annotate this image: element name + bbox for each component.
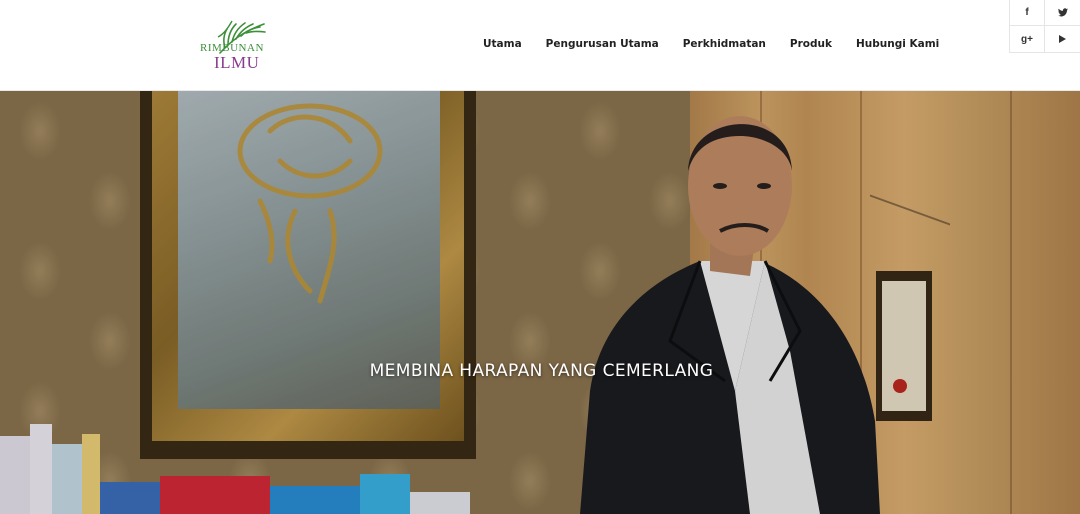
nav-item-pengurusan-utama[interactable]: Pengurusan Utama — [546, 38, 659, 50]
social-links: f g+ — [1009, 0, 1080, 53]
main-nav: Utama Pengurusan Utama Perkhidmatan Prod… — [483, 38, 963, 50]
nav-item-hubungi-kami[interactable]: Hubungi Kami — [856, 38, 939, 50]
nav-item-utama[interactable]: Utama — [483, 38, 522, 50]
hero-title: MEMBINA HARAPAN YANG CEMERLANG — [369, 361, 714, 381]
twitter-icon[interactable] — [1045, 0, 1080, 26]
nav-item-perkhidmatan[interactable]: Perkhidmatan — [683, 38, 766, 50]
hero-overlay — [0, 91, 1080, 514]
google-plus-icon[interactable]: g+ — [1010, 26, 1045, 52]
youtube-icon[interactable] — [1045, 26, 1080, 52]
logo-swoosh — [217, 20, 233, 38]
site-header: RIMBUNAN ILMU Utama Pengurusan Utama Per… — [0, 0, 1080, 91]
site-logo[interactable]: RIMBUNAN ILMU — [200, 20, 270, 74]
logo-text-ilmu: ILMU — [214, 53, 260, 72]
facebook-icon[interactable]: f — [1010, 0, 1045, 26]
hero-banner: MEMBINA HARAPAN YANG CEMERLANG — [0, 91, 1080, 514]
nav-item-produk[interactable]: Produk — [790, 38, 832, 50]
